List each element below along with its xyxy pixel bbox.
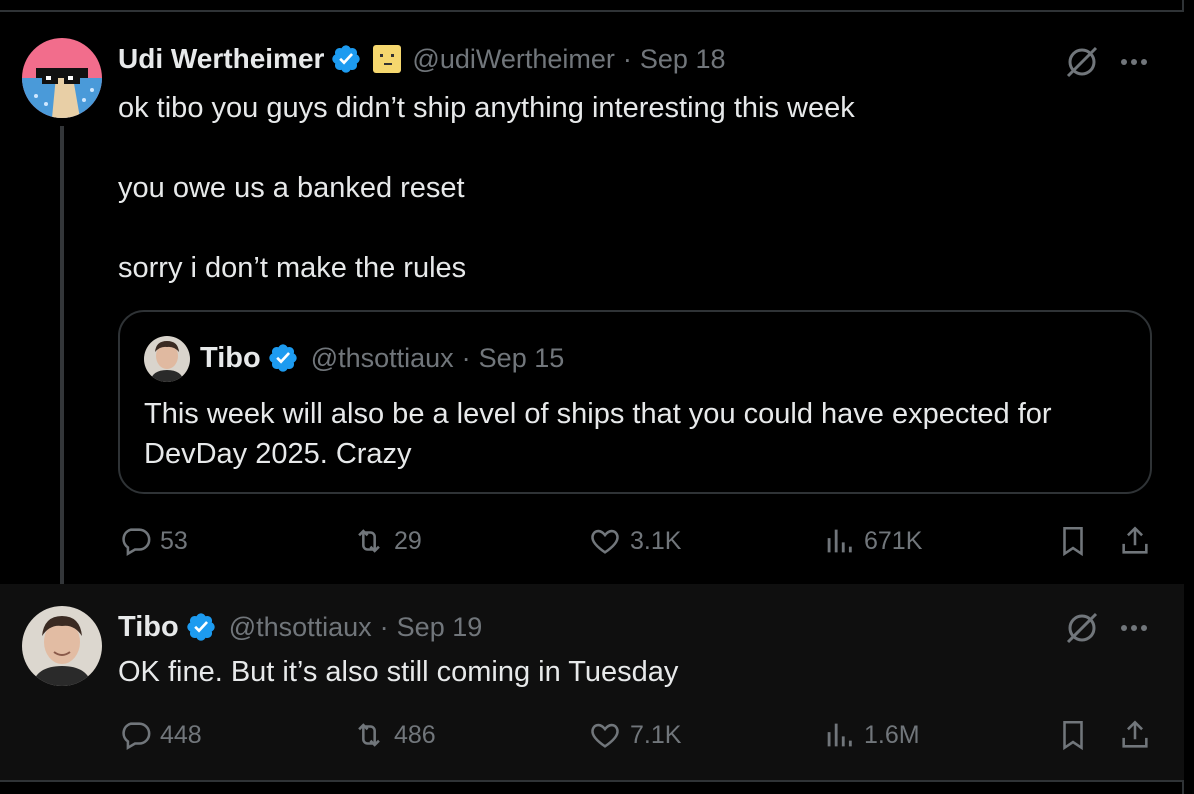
thread-connector <box>60 126 64 604</box>
more-icon[interactable] <box>1118 52 1154 72</box>
repost-count: 486 <box>394 720 436 749</box>
tweet-line-3: sorry i don’t make the rules <box>118 252 467 284</box>
quoted-header: Tibo @thsottiaux · Sep 15 <box>200 340 564 376</box>
tweet-line-blank <box>118 128 1158 168</box>
separator-dot: · <box>379 611 389 642</box>
quoted-date[interactable]: Sep 15 <box>479 343 565 374</box>
reply-button[interactable]: 53 <box>118 524 188 558</box>
tweet-menu-area <box>1062 42 1154 82</box>
reply-icon <box>122 722 151 751</box>
quoted-text: This week will also be a level of ships … <box>144 394 1144 474</box>
views-button[interactable]: 1.6M <box>822 718 920 752</box>
reply-button[interactable]: 448 <box>118 718 202 752</box>
separator-dot: · <box>622 43 632 74</box>
tweet-menu-area <box>1062 608 1154 648</box>
tweet-text: ok tibo you guys didn’t ship anything in… <box>118 88 1158 288</box>
author-name[interactable]: Udi Wertheimer <box>118 43 324 75</box>
views-icon <box>827 529 852 553</box>
bottom-border <box>0 780 1184 782</box>
like-count: 7.1K <box>630 720 682 749</box>
like-button[interactable]: 3.1K <box>588 524 681 558</box>
quoted-author-handle[interactable]: @thsottiaux <box>311 343 454 374</box>
author-handle[interactable]: @thsottiaux <box>229 612 372 643</box>
tweet-text: OK fine. But it’s also still coming in T… <box>118 652 1158 692</box>
grok-icon[interactable] <box>1062 42 1102 82</box>
bookmark-button[interactable] <box>1056 524 1090 558</box>
reply-count: 448 <box>160 720 202 749</box>
avatar-tibo-small[interactable] <box>144 336 190 382</box>
like-icon <box>591 723 619 748</box>
views-button[interactable]: 671K <box>822 524 922 558</box>
share-button[interactable] <box>1118 718 1152 752</box>
verified-badge-icon[interactable] <box>185 611 217 643</box>
avatar-tibo[interactable] <box>22 606 102 686</box>
tweet-header: Udi Wertheimer @udiWertheimer · Sep 18 <box>118 42 725 76</box>
share-icon <box>1122 720 1148 748</box>
tweet-date[interactable]: Sep 19 <box>397 612 483 643</box>
bookmark-icon <box>1063 526 1083 557</box>
view-count: 671K <box>864 526 923 555</box>
author-handle[interactable]: @udiWertheimer <box>412 44 614 75</box>
quoted-text-line-1: This week will also be a level of ships … <box>144 398 1052 430</box>
more-icon[interactable] <box>1118 618 1154 638</box>
quoted-text-line-2: DevDay 2025. Crazy <box>144 438 412 470</box>
author-name[interactable]: Tibo <box>118 611 179 644</box>
repost-button[interactable]: 486 <box>352 718 436 752</box>
tweet-actions: 53 29 3.1K 671K <box>118 524 1158 564</box>
verified-badge-icon[interactable] <box>267 342 299 374</box>
separator-dot: · <box>461 342 471 373</box>
repost-count: 29 <box>394 526 422 555</box>
tweet-line-1: ok tibo you guys didn’t ship anything in… <box>118 92 855 124</box>
quoted-author-name[interactable]: Tibo <box>200 342 261 375</box>
tweet-line-1: OK fine. But it’s also still coming in T… <box>118 656 679 688</box>
tweet-udi[interactable]: Udi Wertheimer @udiWertheimer · Sep 18 o… <box>0 12 1184 584</box>
tweet-line-blank <box>118 208 1158 248</box>
verified-badge-icon[interactable] <box>330 43 362 75</box>
like-button[interactable]: 7.1K <box>588 718 681 752</box>
share-button[interactable] <box>1118 524 1152 558</box>
quoted-tweet[interactable]: Tibo @thsottiaux · Sep 15 This week will… <box>118 310 1152 494</box>
reply-icon <box>122 528 151 557</box>
like-count: 3.1K <box>630 526 682 555</box>
emoji-badge-icon[interactable] <box>372 44 402 74</box>
tweet-header: Tibo @thsottiaux · Sep 19 <box>118 610 482 644</box>
like-icon <box>591 529 619 554</box>
tweet-date[interactable]: Sep 18 <box>640 44 726 75</box>
avatar-udi[interactable] <box>22 38 102 118</box>
view-count: 1.6M <box>864 720 920 749</box>
tweet-line-2: you owe us a banked reset <box>118 172 465 204</box>
share-icon <box>1122 526 1148 554</box>
bookmark-button[interactable] <box>1056 718 1090 752</box>
reply-count: 53 <box>160 526 188 555</box>
grok-icon[interactable] <box>1062 608 1102 648</box>
repost-icon <box>358 723 380 747</box>
bookmark-icon <box>1063 720 1083 751</box>
repost-icon <box>358 529 380 553</box>
repost-button[interactable]: 29 <box>352 524 422 558</box>
tweet-tibo[interactable]: Tibo @thsottiaux · Sep 19 OK fine. But i… <box>0 584 1184 780</box>
views-icon <box>827 723 852 747</box>
tweet-actions: 448 486 7.1K 1.6M <box>118 718 1158 758</box>
